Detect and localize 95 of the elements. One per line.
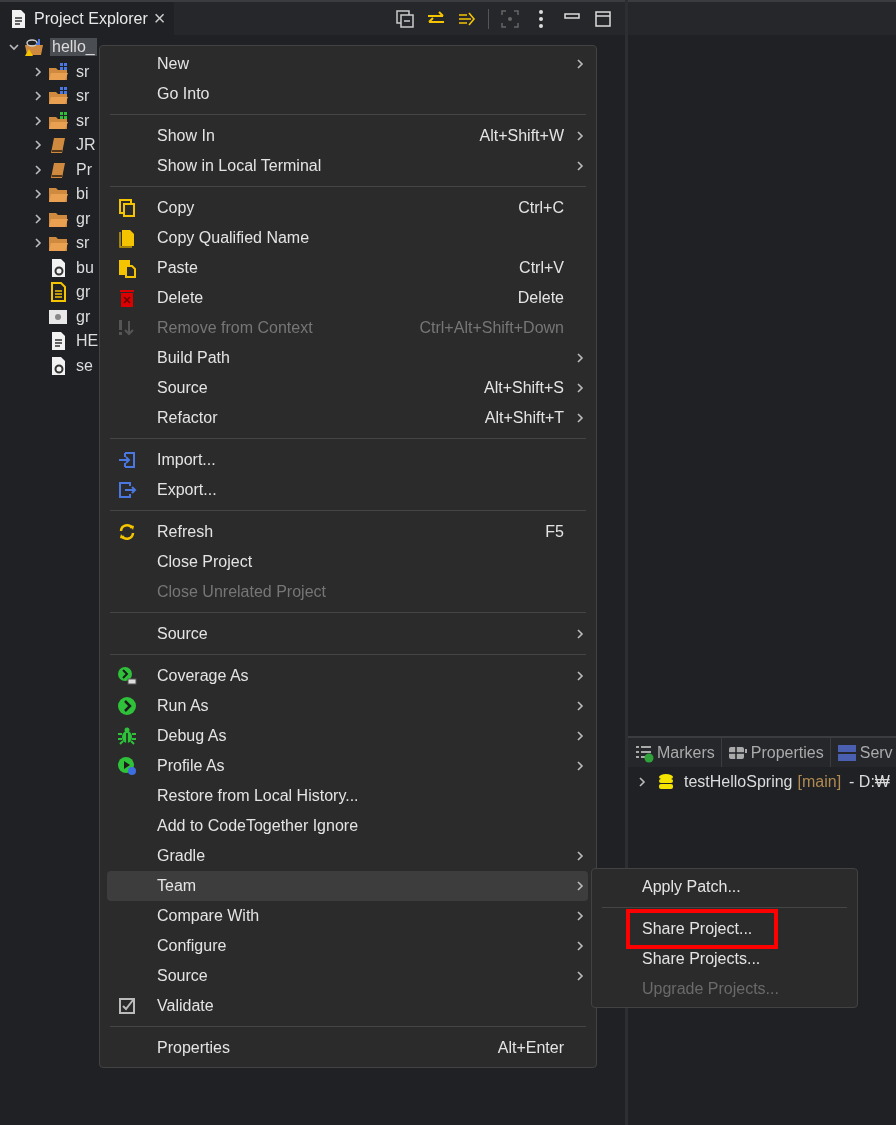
- package-folder-icon: [48, 61, 68, 82]
- menu-item[interactable]: Source: [107, 961, 588, 991]
- package-folder-icon: [48, 110, 68, 131]
- tree-item[interactable]: gr: [74, 209, 93, 228]
- menu-item[interactable]: Paste Ctrl+V: [107, 253, 588, 283]
- shortcut-label: Alt+Enter: [496, 1039, 564, 1057]
- menu-item[interactable]: Refactor Alt+Shift+T: [107, 403, 588, 433]
- menu-item[interactable]: Share Projects...: [642, 950, 761, 968]
- tree-item[interactable]: hello_: [50, 38, 97, 57]
- shortcut-label: Delete: [516, 289, 564, 307]
- menu-item[interactable]: Show In Alt+Shift+W: [107, 121, 588, 151]
- expand-icon[interactable]: [32, 237, 44, 250]
- shortcut-label: Ctrl+V: [518, 259, 564, 277]
- expand-icon[interactable]: [32, 212, 44, 225]
- run-icon: [117, 696, 137, 716]
- menu-item[interactable]: Copy Ctrl+C: [107, 193, 588, 223]
- menu-item[interactable]: Coverage As: [107, 661, 588, 691]
- trash-icon: [117, 288, 137, 308]
- menu-item[interactable]: Validate: [107, 991, 588, 1021]
- profile-icon: [117, 756, 137, 776]
- menu-item[interactable]: Configure: [107, 931, 588, 961]
- view-tab[interactable]: Properties: [721, 738, 831, 767]
- repository-path: - D:₩: [849, 773, 890, 791]
- tree-item[interactable]: sr: [74, 62, 92, 81]
- tree-item[interactable]: Pr: [74, 160, 94, 179]
- expand-icon[interactable]: [32, 65, 44, 78]
- menu-item[interactable]: New: [107, 49, 588, 79]
- menu-item[interactable]: Gradle: [107, 841, 588, 871]
- menu-item[interactable]: Refresh F5: [107, 517, 588, 547]
- text-file-icon: [48, 282, 68, 303]
- expand-icon[interactable]: [32, 188, 44, 201]
- view-tab[interactable]: Markers: [628, 738, 722, 767]
- collapse-all-icon[interactable]: [395, 8, 415, 29]
- shortcut-label: Ctrl+Alt+Shift+Down: [418, 319, 564, 337]
- menu-item[interactable]: Add to CodeTogether Ignore: [107, 811, 588, 841]
- shortcut-label: Alt+Shift+S: [482, 379, 564, 397]
- expand-icon[interactable]: [32, 163, 44, 176]
- tree-item[interactable]: sr: [74, 87, 92, 106]
- checkbox-icon: [117, 996, 137, 1016]
- menu-item[interactable]: Delete Delete: [107, 283, 588, 313]
- document-icon: [117, 228, 137, 248]
- tree-item[interactable]: gr: [74, 283, 93, 302]
- shortcut-label: Alt+Shift+T: [483, 409, 564, 427]
- tree-item[interactable]: bi: [74, 185, 91, 204]
- expand-icon[interactable]: [32, 139, 44, 152]
- menu-item[interactable]: Export...: [107, 475, 588, 505]
- coverage-icon: [117, 666, 137, 686]
- remove-icon: [117, 318, 137, 338]
- menu-item[interactable]: Import...: [107, 445, 588, 475]
- expand-icon[interactable]: [636, 776, 648, 788]
- project-folder-icon: [24, 37, 44, 58]
- tree-item[interactable]: se: [74, 356, 95, 375]
- tree-item[interactable]: bu: [74, 258, 96, 277]
- tree-item[interactable]: gr: [74, 307, 93, 326]
- expand-icon[interactable]: [32, 90, 44, 103]
- menu-item[interactable]: Build Path: [107, 343, 588, 373]
- servers-icon: [836, 742, 857, 763]
- menu-item[interactable]: Source Alt+Shift+S: [107, 373, 588, 403]
- repository-name[interactable]: testHelloSpring: [684, 773, 793, 791]
- menu-item[interactable]: Share Project...: [642, 920, 753, 938]
- expand-icon[interactable]: [32, 114, 44, 127]
- maximize-icon[interactable]: [593, 8, 613, 29]
- menu-item[interactable]: Close Project: [107, 547, 588, 577]
- menu-item[interactable]: Go Into: [107, 79, 588, 109]
- tree-item[interactable]: sr: [74, 234, 92, 253]
- branch-label: [main]: [797, 773, 842, 791]
- paste-icon: [117, 258, 137, 278]
- book-icon: [48, 135, 68, 156]
- menu-item[interactable]: Show in Local Terminal: [107, 151, 588, 181]
- menu-item[interactable]: Compare With: [107, 901, 588, 931]
- close-icon[interactable]: ×: [153, 7, 166, 30]
- explorer-tab[interactable]: Project Explorer ×: [0, 2, 174, 35]
- menu-item[interactable]: Properties Alt+Enter: [107, 1033, 588, 1063]
- import-icon: [117, 450, 137, 470]
- menu-item[interactable]: Source: [107, 619, 588, 649]
- package-folder-icon: [48, 86, 68, 107]
- tree-item[interactable]: HE: [74, 332, 101, 351]
- export-icon: [117, 480, 137, 500]
- view-tab[interactable]: Serv: [830, 738, 896, 767]
- shortcut-label: Ctrl+C: [517, 199, 564, 217]
- menu-item[interactable]: Profile As: [107, 751, 588, 781]
- shortcut-label: F5: [544, 523, 564, 541]
- menu-item[interactable]: Team: [107, 871, 588, 901]
- refresh-icon: [117, 522, 137, 542]
- repository-icon: [656, 772, 676, 792]
- menu-item[interactable]: Run As: [107, 691, 588, 721]
- copy-icon: [117, 198, 137, 218]
- menu-item[interactable]: Copy Qualified Name: [107, 223, 588, 253]
- shortcut-label: Alt+Shift+W: [478, 127, 564, 145]
- menu-item[interactable]: Debug As: [107, 721, 588, 751]
- bug-icon: [117, 726, 137, 746]
- menu-item[interactable]: Restore from Local History...: [107, 781, 588, 811]
- menu-item[interactable]: Apply Patch...: [642, 878, 741, 896]
- tree-item[interactable]: JR: [74, 136, 98, 155]
- tree-item[interactable]: sr: [74, 111, 92, 130]
